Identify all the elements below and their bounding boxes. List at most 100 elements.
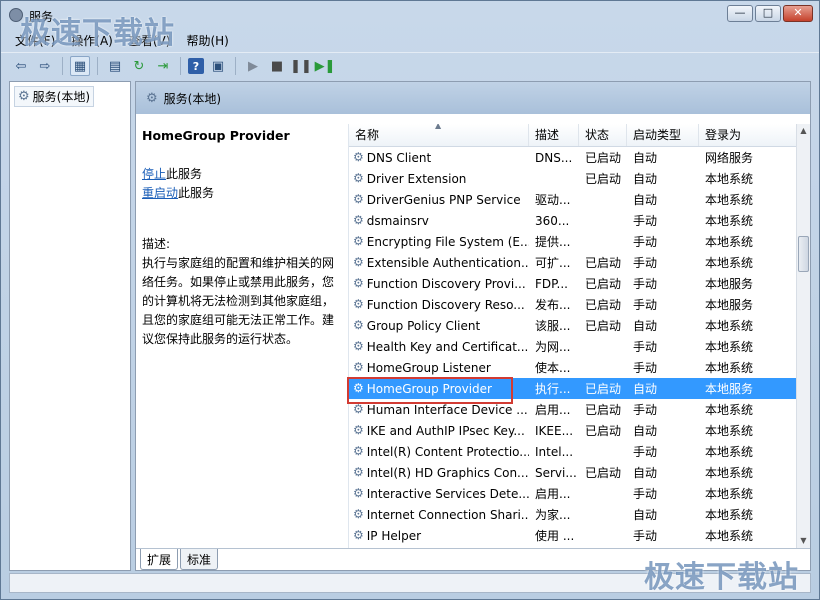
service-row[interactable]: ⚙ Driver Extension 已启动 自动 本地系统: [349, 168, 797, 189]
service-row[interactable]: ⚙ IKE and AuthIP IPsec Key... IKEE... 已启动 自动…: [349, 420, 797, 441]
service-name: ⚙ Driver Extension: [349, 172, 529, 186]
service-log-on-as: 本地服务: [705, 298, 754, 312]
service-row[interactable]: ⚙ Intel(R) Content Protectio... Intel... 手动…: [349, 441, 797, 462]
scroll-thumb[interactable]: [798, 236, 809, 272]
export-list-icon[interactable]: ⇥: [153, 56, 173, 76]
service-row[interactable]: ⚙ Group Policy Client 该服... 已启动 自动 本地系统: [349, 315, 797, 336]
toolbar-divider: [235, 57, 236, 75]
description-text: 执行与家庭组的配置和维护相关的网络任务。如果停止或禁用此服务，您的计算机将无法检…: [142, 256, 335, 346]
restart-service-line: 重启动此服务: [142, 184, 338, 203]
column-header-description[interactable]: 描述: [529, 124, 579, 146]
restart-service-icon[interactable]: ▶❚: [315, 56, 336, 76]
service-status: 已启动: [585, 382, 622, 396]
service-startup-type: 手动: [633, 403, 658, 417]
gear-icon: ⚙: [353, 297, 364, 311]
column-header-startup-type[interactable]: 启动类型: [627, 124, 699, 146]
stop-service-icon[interactable]: ■: [267, 56, 287, 76]
service-row[interactable]: ⚙ Health Key and Certificat... 为网... 手动 本地系统: [349, 336, 797, 357]
toolbar-divider: [62, 57, 63, 75]
service-row[interactable]: ⚙ HomeGroup Listener 使本... 手动 本地系统: [349, 357, 797, 378]
service-log-on-as: 本地系统: [705, 172, 754, 186]
forward-arrow-icon[interactable]: ⇨: [35, 56, 55, 76]
stop-service-suffix: 此服务: [166, 167, 203, 181]
service-rows: ⚙ DNS Client DNS... 已启动 自动 网络服务 ⚙ Driver Extens…: [349, 147, 797, 546]
back-arrow-icon[interactable]: ⇦: [11, 56, 31, 76]
service-row[interactable]: ⚙ DNS Client DNS... 已启动 自动 网络服务: [349, 147, 797, 168]
services-list[interactable]: 名称 描述 状态 启动类型 登录为 ▲ ⚙ DNS Client DNS... 已启动…: [348, 124, 797, 548]
service-description: 为网...: [535, 340, 571, 354]
service-name-text: IP Helper: [366, 528, 422, 543]
minimize-button[interactable]: —: [727, 5, 753, 22]
service-description: Servi...: [535, 465, 577, 480]
stop-service-link[interactable]: 停止: [142, 167, 166, 181]
service-name: ⚙ DNS Client: [349, 151, 529, 165]
column-header-log-on-as[interactable]: 登录为: [699, 124, 797, 146]
service-name-text: Extensible Authentication...: [366, 255, 529, 270]
service-name-text: Intel(R) HD Graphics Con...: [366, 465, 529, 480]
pane-header: ⚙ 服务(本地): [136, 82, 810, 114]
service-name-text: DNS Client: [366, 150, 432, 165]
service-row[interactable]: ⚙ dsmainsrv 360... 手动 本地系统: [349, 210, 797, 231]
start-service-icon[interactable]: ▶: [243, 56, 263, 76]
gear-icon: ⚙: [353, 444, 364, 458]
service-name: ⚙ Group Policy Client: [349, 319, 529, 333]
show-action-pane-icon[interactable]: ▣: [208, 56, 228, 76]
tab-standard[interactable]: 标准: [180, 549, 219, 570]
service-startup-type: 自动: [633, 151, 658, 165]
gear-icon: ⚙: [353, 318, 364, 332]
menu-file[interactable]: 文件(F): [15, 32, 55, 49]
service-name: ⚙ Extensible Authentication...: [349, 256, 529, 270]
refresh-icon[interactable]: ↻: [129, 56, 149, 76]
help-icon[interactable]: ?: [188, 58, 204, 74]
toolbar: ⇦ ⇨ ▦ ▤ ↻ ⇥ ? ▣ ▶ ■ ❚❚ ▶❚: [1, 52, 819, 79]
service-row[interactable]: ⚙ Internet Connection Shari... 为家... 自动 本地系统: [349, 504, 797, 525]
service-row[interactable]: ⚙ IP Helper 使用 ... 手动 本地系统: [349, 525, 797, 546]
show-console-tree-icon[interactable]: ▦: [70, 56, 90, 76]
toolbar-divider: [180, 57, 181, 75]
scroll-up-icon[interactable]: ▲: [797, 124, 810, 138]
gear-icon: ⚙: [353, 360, 364, 374]
menu-help[interactable]: 帮助(H): [186, 32, 228, 49]
menu-view[interactable]: 查看(V): [129, 32, 171, 49]
service-name: ⚙ Function Discovery Provi...: [349, 277, 529, 291]
sort-ascending-icon: ▲: [435, 124, 442, 130]
service-row[interactable]: ⚙ HomeGroup Provider 执行... 已启动 自动 本地服务: [349, 378, 797, 399]
service-description: 发布...: [535, 298, 571, 312]
properties-icon[interactable]: ▤: [105, 56, 125, 76]
service-status: 已启动: [585, 151, 622, 165]
service-startup-type: 自动: [633, 466, 658, 480]
service-log-on-as: 本地服务: [705, 382, 754, 396]
column-header-row: 名称 描述 状态 启动类型 登录为 ▲: [349, 124, 797, 147]
service-row[interactable]: ⚙ Function Discovery Reso... 发布... 已启动 手动 本地服…: [349, 294, 797, 315]
title-bar[interactable]: 服务 — □ ✕: [1, 1, 819, 29]
tab-extended[interactable]: 扩展: [140, 549, 179, 570]
restart-service-link[interactable]: 重启动: [142, 186, 178, 200]
service-row[interactable]: ⚙ DriverGenius PNP Service 驱动... 自动 本地系统: [349, 189, 797, 210]
service-description: 驱动...: [535, 193, 571, 207]
service-row[interactable]: ⚙ Intel(R) HD Graphics Con... Servi... 已启动自…: [349, 462, 797, 483]
service-description: IKEE...: [535, 423, 574, 438]
vertical-scrollbar[interactable]: ▲ ▼: [796, 124, 810, 548]
column-header-status[interactable]: 状态: [579, 124, 627, 146]
service-name: ⚙ Internet Connection Shari...: [349, 508, 529, 522]
service-startup-type: 手动: [633, 340, 658, 354]
service-startup-type: 手动: [633, 445, 658, 459]
menu-action[interactable]: 操作(A): [71, 32, 113, 49]
service-row[interactable]: ⚙ Interactive Services Dete... 启用... 手动 本地系统: [349, 483, 797, 504]
maximize-button[interactable]: □: [755, 5, 781, 22]
service-startup-type: 自动: [633, 508, 658, 522]
service-startup-type: 手动: [633, 529, 658, 543]
gear-icon: ⚙: [353, 507, 364, 521]
service-name-text: Group Policy Client: [366, 318, 481, 333]
scroll-down-icon[interactable]: ▼: [797, 534, 810, 548]
service-name: ⚙ dsmainsrv: [349, 214, 529, 228]
service-description: DNS...: [535, 150, 573, 165]
service-row[interactable]: ⚙ Encrypting File System (E... 提供... 手动 本地系统: [349, 231, 797, 252]
tree-item-services-local[interactable]: ⚙ 服务(本地): [14, 86, 95, 107]
service-row[interactable]: ⚙ Extensible Authentication... 可扩... 已启动 手动 本…: [349, 252, 797, 273]
service-description: 360...: [535, 213, 570, 228]
pause-service-icon[interactable]: ❚❚: [290, 56, 312, 76]
service-row[interactable]: ⚙ Human Interface Device ... 启用... 已启动 手动 本地系…: [349, 399, 797, 420]
close-button[interactable]: ✕: [783, 5, 813, 22]
service-row[interactable]: ⚙ Function Discovery Provi... FDP... 已启动 手动 本…: [349, 273, 797, 294]
